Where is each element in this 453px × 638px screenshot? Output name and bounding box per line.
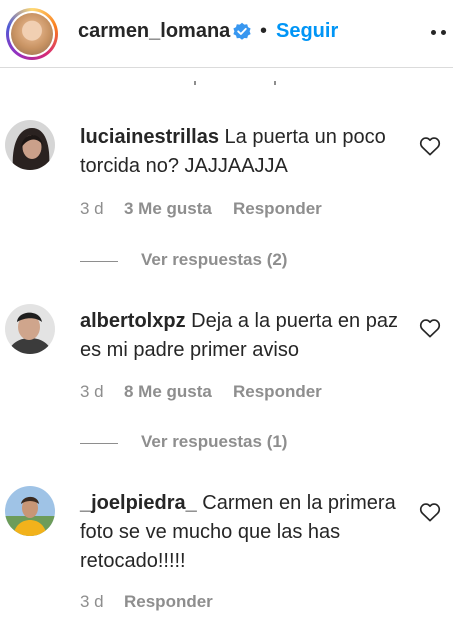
comment-text: albertolxpz Deja a la puerta en paz es m… xyxy=(80,307,402,365)
clipped-previous-content xyxy=(186,81,286,87)
reply-button[interactable]: Responder xyxy=(233,382,322,402)
view-replies-label: Ver respuestas (1) xyxy=(141,432,288,451)
replies-divider xyxy=(80,261,118,262)
more-options-icon[interactable] xyxy=(428,22,450,42)
reply-button[interactable]: Responder xyxy=(233,199,322,219)
follow-button[interactable]: Seguir xyxy=(276,20,338,43)
replies-divider xyxy=(80,443,118,444)
comment-text: luciainestrillas La puerta un poco torci… xyxy=(80,123,402,181)
avatar-image xyxy=(11,13,53,55)
comment-time[interactable]: 3 d xyxy=(80,592,104,612)
comment-username[interactable]: _joelpiedra_ xyxy=(80,492,197,514)
comment-text: _joelpiedra_ Carmen en la primera foto s… xyxy=(80,489,402,576)
avatar-border xyxy=(9,11,55,57)
avatar-photo-luciainestrillas xyxy=(5,120,55,170)
view-replies-label: Ver respuestas (2) xyxy=(141,250,288,269)
commenter-avatar[interactable] xyxy=(5,304,55,354)
verified-badge-icon xyxy=(233,22,251,40)
commenter-avatar[interactable] xyxy=(5,120,55,170)
heart-outline-icon[interactable] xyxy=(419,136,441,156)
commenter-avatar[interactable] xyxy=(5,486,55,536)
heart-outline-icon[interactable] xyxy=(419,318,441,338)
header-separator: • xyxy=(260,20,268,42)
comment-username[interactable]: albertolxpz xyxy=(80,310,186,332)
comment-time[interactable]: 3 d xyxy=(80,199,104,219)
reply-button[interactable]: Responder xyxy=(124,592,213,612)
avatar-photo-joelpiedra xyxy=(5,486,55,536)
profile-username[interactable]: carmen_lomana xyxy=(78,20,230,43)
heart-outline-icon[interactable] xyxy=(419,502,441,522)
comment-likes[interactable]: 3 Me gusta xyxy=(124,199,212,219)
comment-username[interactable]: luciainestrillas xyxy=(80,126,219,148)
comment-likes[interactable]: 8 Me gusta xyxy=(124,382,212,402)
comment-time[interactable]: 3 d xyxy=(80,382,104,402)
avatar-photo-albertolxpz xyxy=(5,304,55,354)
profile-avatar[interactable] xyxy=(6,8,58,60)
post-header: carmen_lomana • Seguir xyxy=(0,0,453,68)
